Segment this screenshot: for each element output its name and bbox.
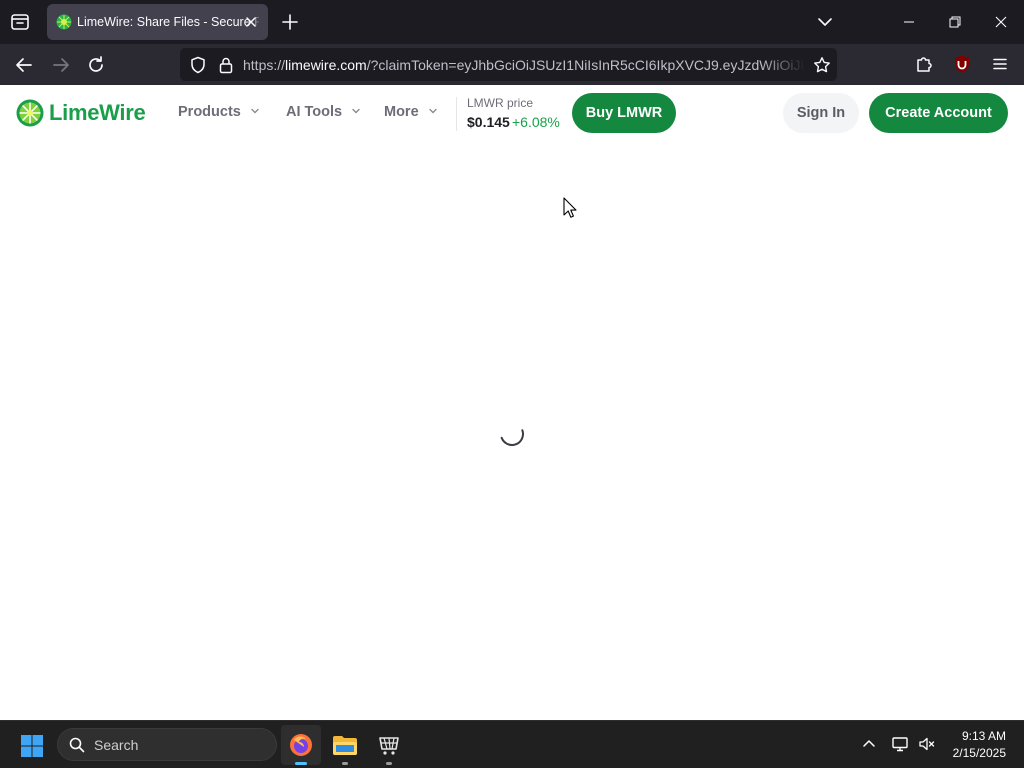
sign-in-button[interactable]: Sign In <box>783 93 859 133</box>
url-fade <box>760 48 810 81</box>
url-host: limewire.com <box>285 57 367 73</box>
ublock-origin-icon[interactable] <box>952 54 972 74</box>
loading-spinner-icon <box>497 419 527 449</box>
running-app-indicator <box>386 762 392 765</box>
url-text[interactable]: https://limewire.com/?claimToken=eyJhbGc… <box>243 57 803 73</box>
url-path: /?claimToken=eyJhbGciOiJSUzI1NiIsInR5cCI… <box>366 57 803 73</box>
forward-arrow-icon[interactable] <box>50 54 72 76</box>
lmwr-price-change: +6.08% <box>512 114 560 130</box>
taskbar-clock-time[interactable]: 9:13 AM <box>940 729 1006 743</box>
active-app-indicator <box>295 762 307 765</box>
nav-ai-tools-dropdown[interactable]: AI Tools <box>286 104 361 124</box>
browser-navigation-toolbar: https://limewire.com/?claimToken=eyJhbGc… <box>0 44 1024 105</box>
back-arrow-icon[interactable] <box>13 54 35 76</box>
new-tab-plus-icon[interactable] <box>280 12 300 32</box>
windows-taskbar: Search 9:13 AM 2/15/2025 <box>0 720 1024 768</box>
tracking-protection-shield-icon[interactable] <box>189 56 207 79</box>
browser-tab-active[interactable]: LimeWire: Share Files - Secure Fi <box>47 4 268 40</box>
firefox-icon <box>290 734 312 756</box>
url-prefix: https:// <box>243 57 286 73</box>
site-header: LimeWire Products AI Tools More LMWR pri… <box>0 85 1024 143</box>
chevron-down-icon <box>428 104 438 120</box>
running-app-indicator <box>342 762 348 765</box>
list-all-tabs-chevron-icon[interactable] <box>816 13 834 31</box>
create-account-button[interactable]: Create Account <box>869 93 1008 133</box>
close-icon <box>995 16 1007 28</box>
reload-icon[interactable] <box>85 54 107 76</box>
nav-products-label: Products <box>178 104 241 120</box>
chevron-down-icon <box>250 104 260 120</box>
mouse-cursor-icon <box>563 197 577 219</box>
nav-ai-tools-label: AI Tools <box>286 104 343 120</box>
address-bar[interactable]: https://limewire.com/?claimToken=eyJhbGc… <box>180 48 837 81</box>
volume-muted-icon[interactable] <box>918 735 936 753</box>
chevron-down-icon <box>351 104 361 120</box>
search-placeholder: Search <box>94 737 139 753</box>
bookmark-star-icon[interactable] <box>813 56 831 79</box>
nav-products-dropdown[interactable]: Products <box>178 104 260 124</box>
firefox-view-icon[interactable] <box>8 10 32 34</box>
lmwr-price-label: LMWR price <box>467 96 534 110</box>
lock-icon[interactable] <box>218 56 234 79</box>
limewire-favicon-icon <box>56 14 72 30</box>
header-divider <box>456 97 457 131</box>
app-icon <box>379 737 399 755</box>
extensions-puzzle-icon[interactable] <box>914 54 934 74</box>
close-tab-icon[interactable] <box>244 15 258 29</box>
show-hidden-icons-chevron-icon[interactable] <box>860 735 878 753</box>
nav-more-dropdown[interactable]: More <box>384 104 438 124</box>
taskbar-clock-date[interactable]: 2/15/2025 <box>940 746 1006 760</box>
close-window-button[interactable] <box>978 0 1024 44</box>
hamburger-menu-icon[interactable] <box>990 54 1010 74</box>
taskbar-file-explorer[interactable] <box>325 725 365 765</box>
minimize-window-button[interactable] <box>886 0 932 44</box>
browser-tab-strip: LimeWire: Share Files - Secure Fi <box>0 0 1024 44</box>
nav-more-label: More <box>384 104 419 120</box>
search-icon <box>68 736 86 759</box>
taskbar-search-box[interactable]: Search <box>57 728 277 761</box>
minimize-icon <box>904 21 914 23</box>
folder-icon <box>333 736 357 755</box>
buy-lmwr-button[interactable]: Buy LMWR <box>572 93 676 133</box>
limewire-logo-icon <box>16 99 44 127</box>
windows-start-icon[interactable] <box>20 734 44 758</box>
logo-text: LimeWire <box>49 100 146 125</box>
tab-title: LimeWire: Share Files - Secure Fi <box>77 15 259 29</box>
taskbar-app-three[interactable] <box>369 725 409 765</box>
restore-window-button[interactable] <box>932 0 978 44</box>
restore-icon <box>949 16 961 28</box>
lmwr-price-value: $0.145 <box>467 114 510 130</box>
network-monitor-icon[interactable] <box>891 735 909 753</box>
taskbar-firefox[interactable] <box>281 725 321 765</box>
